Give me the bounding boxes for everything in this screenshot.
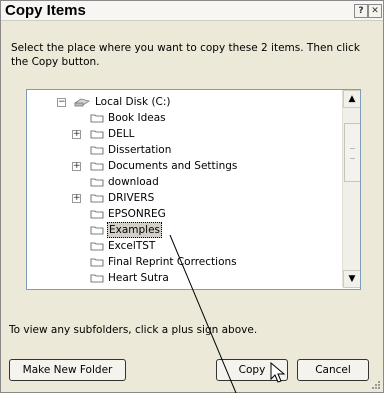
mouse-cursor-icon — [270, 362, 286, 383]
callout-line — [169, 234, 237, 393]
